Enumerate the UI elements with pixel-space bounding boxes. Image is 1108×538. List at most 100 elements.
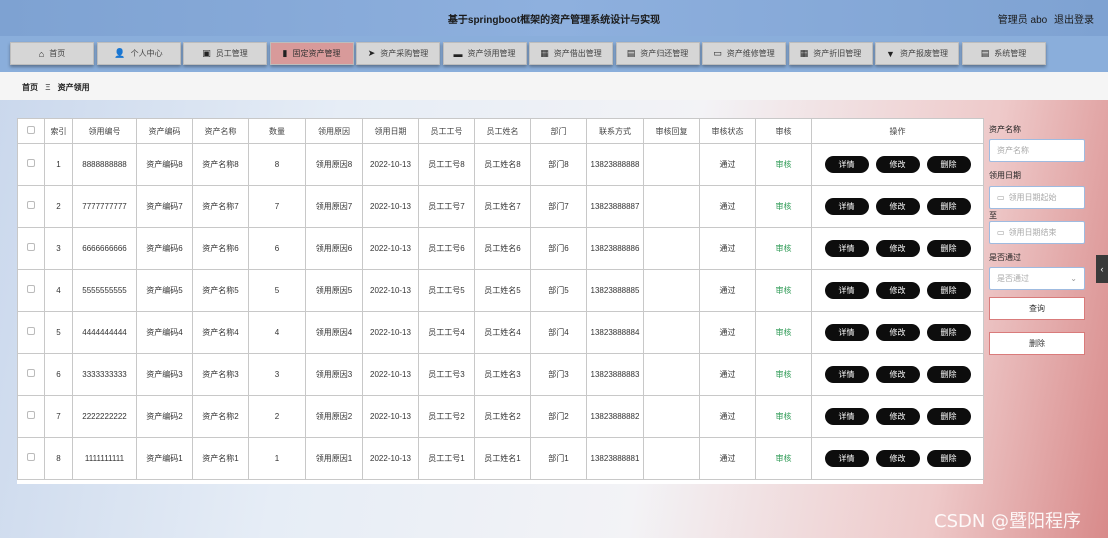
nav-tab-2[interactable]: ▣ 员工管理 xyxy=(183,42,267,65)
cell-emp-name: 员工姓名4 xyxy=(474,311,531,354)
approved-select[interactable]: 是否通过 ⌄ xyxy=(989,267,1085,290)
edit-button[interactable]: 修改 xyxy=(875,240,920,257)
detail-button[interactable]: 详情 xyxy=(824,240,869,257)
main-nav: ⌂ 首页 👤 个人中心 ▣ 员工管理 ▮ 固定资产管理 ➤ 资产采购管理 ▬ 资产领用管理 ▦ 资产借出管… xyxy=(10,42,1048,65)
row-checkbox[interactable] xyxy=(27,327,35,335)
table-row: 6 3333333333 资产编码3 资产名称3 3 领用原因3 2022-10-13 员工工… xyxy=(17,353,984,396)
select-all-checkbox[interactable] xyxy=(27,126,35,134)
edit-button[interactable]: 修改 xyxy=(875,156,920,173)
cell-emp-name: 员工姓名7 xyxy=(474,185,531,228)
row-select-cell xyxy=(17,311,45,354)
breadcrumb-home[interactable]: 首页 xyxy=(22,83,38,92)
clipboard-icon: ▤ xyxy=(980,48,990,58)
delete-button[interactable]: 删除 xyxy=(926,450,971,467)
detail-button[interactable]: 详情 xyxy=(824,282,869,299)
row-checkbox[interactable] xyxy=(27,159,35,167)
delete-button[interactable]: 删除 xyxy=(926,324,971,341)
cell-emp-name: 员工姓名5 xyxy=(474,269,531,312)
nav-tab-8[interactable]: ▭ 资产维修管理 xyxy=(702,42,786,65)
cell-audit[interactable]: 审核 xyxy=(755,227,812,270)
cell-audit[interactable]: 审核 xyxy=(755,311,812,354)
cell-asset-name: 资产名称4 xyxy=(192,311,249,354)
detail-button[interactable]: 详情 xyxy=(824,198,869,215)
chevron-left-icon[interactable]: ‹ xyxy=(1096,255,1108,283)
batch-delete-button[interactable]: 删除 xyxy=(989,332,1085,355)
delete-button[interactable]: 删除 xyxy=(926,366,971,383)
cell-asset-code: 资产编码2 xyxy=(136,395,193,438)
column-header: 数量 xyxy=(248,118,306,144)
cell-audit[interactable]: 审核 xyxy=(755,353,812,396)
cell-audit[interactable]: 审核 xyxy=(755,395,812,438)
trash-icon: ▤ xyxy=(626,48,636,58)
row-checkbox[interactable] xyxy=(27,453,35,461)
cell-audit[interactable]: 审核 xyxy=(755,269,812,312)
cell-date: 2022-10-13 xyxy=(362,437,419,480)
nav-tab-4[interactable]: ➤ 资产采购管理 xyxy=(356,42,440,65)
nav-tab-3[interactable]: ▮ 固定资产管理 xyxy=(269,42,354,65)
cell-index: 3 xyxy=(44,227,73,270)
detail-button[interactable]: 详情 xyxy=(824,408,869,425)
delete-button[interactable]: 删除 xyxy=(926,408,971,425)
column-header: 员工工号 xyxy=(418,118,475,144)
delete-button[interactable]: 删除 xyxy=(926,240,971,257)
logout-link[interactable]: 退出登录 xyxy=(1054,15,1094,26)
column-header: 员工姓名 xyxy=(474,118,531,144)
column-header: 审核状态 xyxy=(699,118,756,144)
edit-button[interactable]: 修改 xyxy=(875,450,920,467)
calendar-icon: ▭ xyxy=(997,228,1005,237)
date-end-placeholder: 领用日期结束 xyxy=(1008,228,1057,237)
nav-tab-0[interactable]: ⌂ 首页 xyxy=(10,42,94,65)
nav-tab-5[interactable]: ▬ 资产领用管理 xyxy=(442,42,527,65)
nav-tab-label: 资产折旧管理 xyxy=(813,49,862,58)
cell-qty: 7 xyxy=(248,185,306,228)
detail-button[interactable]: 详情 xyxy=(824,450,869,467)
cell-audit[interactable]: 审核 xyxy=(755,143,812,186)
row-checkbox[interactable] xyxy=(27,243,35,251)
nav-tab-9[interactable]: ▦ 资产折旧管理 xyxy=(788,42,873,65)
delete-button[interactable]: 删除 xyxy=(926,156,971,173)
cell-actions: 详情 修改 删除 xyxy=(811,437,984,480)
nav-tab-label: 资产借出管理 xyxy=(553,49,602,58)
cell-asset-name: 资产名称1 xyxy=(192,437,249,480)
cell-index: 4 xyxy=(44,269,73,312)
nav-tab-10[interactable]: ▼ 资产报废管理 xyxy=(875,42,959,65)
delete-button[interactable]: 删除 xyxy=(926,282,971,299)
cell-reason: 领用原因4 xyxy=(305,311,363,354)
row-select-cell xyxy=(17,395,45,438)
delete-button[interactable]: 删除 xyxy=(926,198,971,215)
cell-audit[interactable]: 审核 xyxy=(755,437,812,480)
row-checkbox[interactable] xyxy=(27,369,35,377)
cell-phone: 13823888887 xyxy=(586,185,644,228)
cell-reply xyxy=(643,143,700,186)
chevron-down-icon: ⌄ xyxy=(1070,274,1077,283)
query-button[interactable]: 查询 xyxy=(989,297,1085,320)
date-start-input[interactable]: ▭ 领用日期起始 xyxy=(989,186,1085,209)
date-end-input[interactable]: ▭ 领用日期结束 xyxy=(989,221,1085,244)
edit-button[interactable]: 修改 xyxy=(875,324,920,341)
detail-button[interactable]: 详情 xyxy=(824,366,869,383)
edit-button[interactable]: 修改 xyxy=(875,366,920,383)
nav-tab-6[interactable]: ▦ 资产借出管理 xyxy=(529,42,613,65)
nav-tab-1[interactable]: 👤 个人中心 xyxy=(96,42,181,65)
edit-button[interactable]: 修改 xyxy=(875,408,920,425)
detail-button[interactable]: 详情 xyxy=(824,324,869,341)
nav-tab-11[interactable]: ▤ 系统管理 xyxy=(961,42,1046,65)
grid-icon: ▦ xyxy=(540,48,549,58)
nav-tab-7[interactable]: ▤ 资产归还管理 xyxy=(615,42,700,65)
asset-name-input[interactable]: 资产名称 xyxy=(989,139,1085,162)
edit-button[interactable]: 修改 xyxy=(875,198,920,215)
cell-date: 2022-10-13 xyxy=(362,227,419,270)
asset-name-label: 资产名称 xyxy=(989,125,1021,134)
cell-emp-no: 员工工号1 xyxy=(418,437,475,480)
row-checkbox[interactable] xyxy=(27,411,35,419)
row-checkbox[interactable] xyxy=(27,285,35,293)
cell-phone: 13823888883 xyxy=(586,353,644,396)
cell-audit[interactable]: 审核 xyxy=(755,185,812,228)
row-select-cell xyxy=(17,185,45,228)
cell-actions: 详情 修改 删除 xyxy=(811,227,984,270)
column-header: 索引 xyxy=(44,118,73,144)
edit-button[interactable]: 修改 xyxy=(875,282,920,299)
detail-button[interactable]: 详情 xyxy=(824,156,869,173)
row-checkbox[interactable] xyxy=(27,201,35,209)
cell-emp-no: 员工工号4 xyxy=(418,311,475,354)
